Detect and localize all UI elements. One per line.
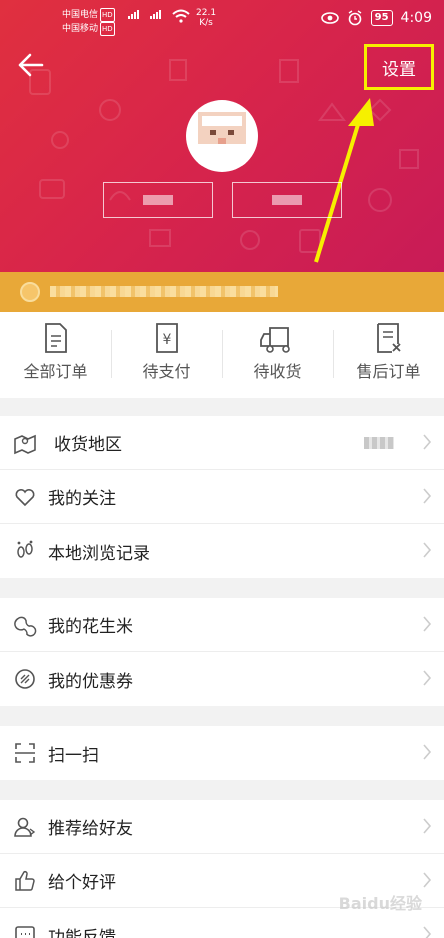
order-label: 全部订单 — [23, 362, 88, 381]
menu-label: 给个好评 — [48, 873, 116, 893]
chevron-right-icon — [423, 670, 432, 686]
chevron-right-icon — [423, 488, 432, 504]
network-speed: 22.1 K/s — [196, 8, 217, 28]
menu-label: 本地浏览记录 — [48, 543, 150, 564]
menu-label: 我的花生米 — [48, 617, 133, 637]
carrier-1: 中国电信 — [62, 10, 99, 20]
menu-group-2: 我的花生米 我的优惠券 — [0, 598, 444, 706]
carrier-2: 中国移动 — [62, 24, 99, 34]
pending-payment-button[interactable]: ¥ 待支付 — [111, 312, 222, 398]
status-right: 95 4:09 — [320, 10, 432, 26]
avatar-image — [198, 112, 246, 166]
region-value-blurred — [364, 437, 394, 449]
pending-delivery-button[interactable]: 待收货 — [222, 312, 333, 398]
settings-button[interactable]: 设置 — [364, 44, 434, 90]
chevron-right-icon — [423, 542, 432, 558]
chevron-right-icon — [423, 744, 432, 760]
peanut-icon — [12, 612, 38, 638]
chevron-right-icon — [423, 872, 432, 888]
menu-group-4: 推荐给好友 给个好评 功能反馈 — [0, 800, 444, 938]
all-orders-button[interactable]: 全部订单 — [0, 312, 111, 398]
clock: 4:09 — [400, 10, 432, 26]
footprint-icon — [12, 538, 38, 564]
chevron-right-icon — [423, 434, 432, 450]
menu-item-follow[interactable]: 我的关注 — [0, 470, 444, 524]
profile-header: 中国电信 HD 中国移动 HD 22.1 K/s 95 4:09 设置 — [0, 0, 444, 272]
avatar[interactable] — [186, 100, 258, 172]
share-user-icon — [12, 814, 38, 840]
coin-icon — [20, 282, 40, 302]
menu-label: 推荐给好友 — [48, 819, 133, 839]
menu-item-history[interactable]: 本地浏览记录 — [0, 524, 444, 578]
menu-item-scan[interactable]: 扫一扫 — [0, 726, 444, 780]
signal-icon — [150, 10, 161, 19]
chevron-right-icon — [423, 818, 432, 834]
thumbs-up-icon — [12, 868, 38, 894]
feedback-icon — [12, 922, 38, 938]
login-button[interactable] — [103, 182, 213, 218]
order-label: 待支付 — [142, 362, 191, 381]
scan-icon — [12, 740, 38, 766]
after-sales-icon — [376, 323, 401, 353]
notice-bar[interactable] — [0, 272, 444, 312]
register-button[interactable] — [232, 182, 342, 218]
signal-icon — [128, 10, 139, 19]
menu-item-recommend[interactable]: 推荐给好友 — [0, 800, 444, 854]
order-shortcuts: 全部订单 ¥ 待支付 待收货 售后订单 — [0, 312, 444, 398]
menu-label: 扫一扫 — [48, 745, 99, 766]
delivery-truck-icon — [259, 327, 290, 353]
menu-group-3: 扫一扫 — [0, 726, 444, 780]
menu-item-region[interactable]: 收货地区 — [0, 416, 444, 470]
after-sales-button[interactable]: 售后订单 — [333, 312, 444, 398]
status-bar: 中国电信 HD 中国移动 HD 22.1 K/s 95 4:09 — [0, 0, 444, 36]
chevron-right-icon — [423, 926, 432, 938]
pending-payment-icon: ¥ — [155, 323, 178, 353]
order-label: 售后订单 — [356, 362, 421, 381]
menu-item-peanuts[interactable]: 我的花生米 — [0, 598, 444, 652]
back-arrow-icon[interactable] — [16, 50, 46, 80]
wifi-icon — [172, 9, 190, 23]
menu-label: 我的优惠券 — [48, 671, 133, 692]
order-list-icon — [44, 323, 67, 353]
carrier-info: 中国电信 HD 中国移动 HD — [62, 8, 115, 36]
menu-item-coupons[interactable]: 我的优惠券 — [0, 652, 444, 706]
notice-text-blurred — [50, 286, 278, 297]
eye-icon — [320, 12, 339, 24]
heart-icon — [12, 484, 38, 510]
menu-label: 我的关注 — [48, 489, 116, 509]
alarm-icon — [348, 10, 362, 26]
watermark: Baidu经验 — [338, 894, 422, 913]
map-pin-icon — [12, 430, 38, 456]
order-label: 待收货 — [253, 362, 302, 381]
menu-label: 收货地区 — [54, 435, 122, 455]
menu-label: 功能反馈 — [48, 927, 116, 938]
coupon-icon — [12, 666, 38, 692]
chevron-right-icon — [423, 616, 432, 632]
annotation-arrow — [314, 98, 374, 263]
hd-badge: HD — [100, 8, 115, 22]
hd-badge: HD — [100, 22, 115, 36]
battery-indicator: 95 — [370, 10, 393, 26]
menu-group-1: 收货地区 我的关注 本地浏览记录 — [0, 416, 444, 578]
svg-text:¥: ¥ — [162, 332, 171, 348]
